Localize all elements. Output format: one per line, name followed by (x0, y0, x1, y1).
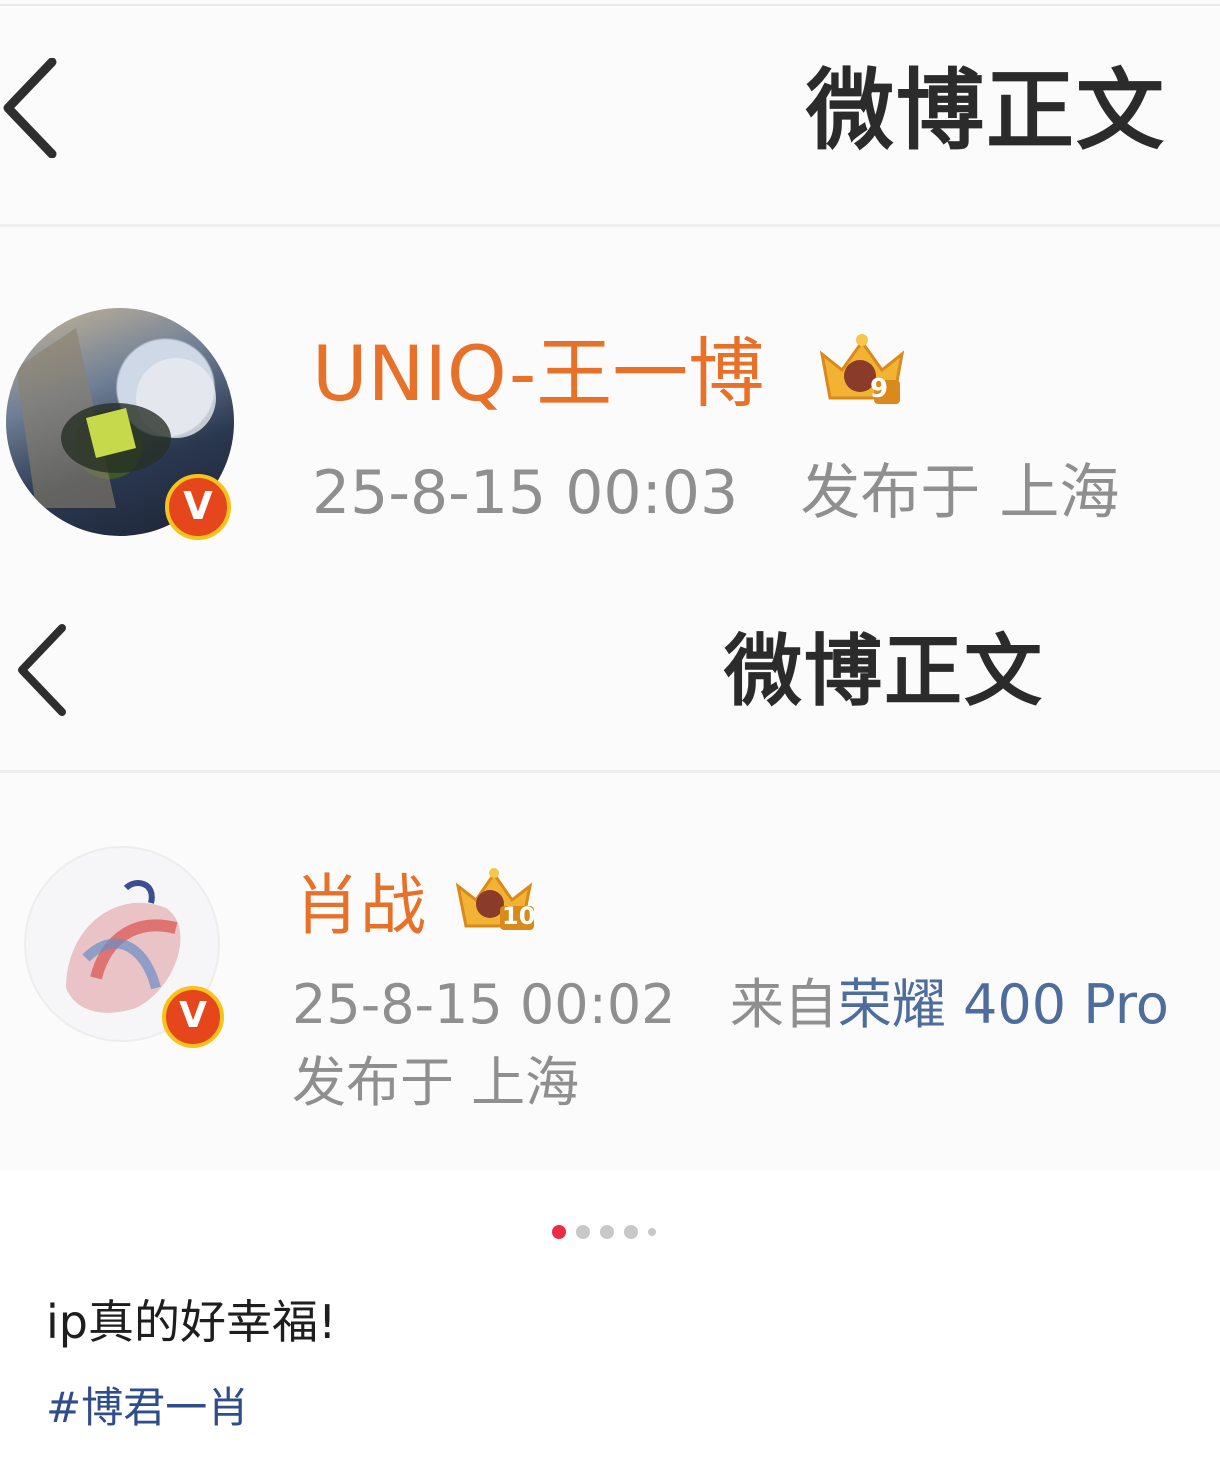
source-prefix: 来自 (729, 973, 838, 1036)
image-pager (552, 1224, 656, 1240)
timestamp: 25-8-15 00:02 (292, 973, 676, 1036)
verified-v-icon: V (162, 986, 224, 1048)
device-link[interactable]: 荣耀 400 Pro (838, 973, 1169, 1036)
pager-dot[interactable] (648, 1228, 656, 1236)
embedded-screenshot: 微博正文 V UNIQ-王一博 9 25-8-15 00:03 发布于 上海 微… (0, 0, 1220, 1170)
nav-title: 微博正文 (724, 627, 1045, 717)
timestamp: 25-8-15 00:03 (312, 458, 739, 528)
back-chevron-icon[interactable] (2, 58, 58, 158)
pager-dot[interactable] (600, 1225, 614, 1239)
hashtag-link[interactable]: #博君一肖 (46, 1374, 249, 1435)
publish-location: 发布于 上海 (292, 1051, 580, 1114)
verified-v-icon: V (165, 474, 231, 540)
publish-location: 发布于 上海 (800, 458, 1120, 528)
pager-dot[interactable] (576, 1225, 590, 1239)
back-chevron-icon[interactable] (14, 624, 70, 716)
crown-level: 9 (870, 374, 889, 404)
nav-title: 微博正文 (806, 59, 1167, 162)
post-text: ip真的好幸福! (46, 1295, 337, 1349)
post-meta: 25-8-15 00:03 发布于 上海 (312, 458, 1119, 528)
pager-dot-active[interactable] (552, 1225, 566, 1239)
pager-dot[interactable] (624, 1225, 638, 1239)
user-name[interactable]: UNIQ-王一博 (312, 326, 764, 422)
divider (0, 224, 1220, 227)
divider (0, 770, 1220, 773)
user-name[interactable]: 肖战 (294, 864, 426, 948)
crown-level: 10 (502, 902, 536, 930)
post-meta: 25-8-15 00:02 来自荣耀 400 Pro (292, 972, 1169, 1038)
top-rule (0, 4, 1220, 6)
crown-badge-icon (819, 334, 905, 404)
